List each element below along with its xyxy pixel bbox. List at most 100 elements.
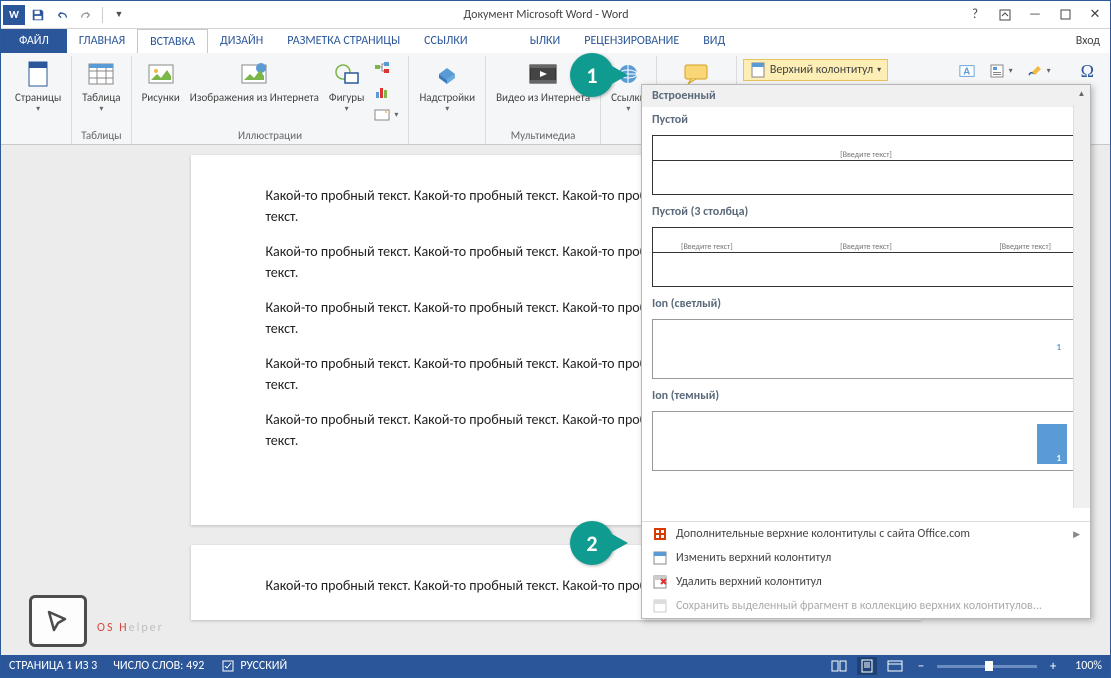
pictures-button[interactable]: Рисунки [138, 56, 184, 127]
placeholder-text: [Введите текст] [681, 242, 733, 252]
more-headers-office-item[interactable]: Дополнительные верхние колонтитулы с сай… [642, 522, 1090, 546]
zoom-in-button[interactable]: + [1045, 658, 1061, 674]
group-pages: Страницы ▾ [5, 56, 72, 144]
addins-icon [431, 58, 463, 90]
gallery-menu: Дополнительные верхние колонтитулы с сай… [642, 521, 1090, 618]
tab-view[interactable]: ВИД [691, 29, 737, 53]
page-number: 1 [1056, 453, 1061, 464]
pictures-icon [145, 58, 177, 90]
watermark-text: OS Helper [97, 603, 164, 640]
video-icon [527, 58, 559, 90]
signature-icon [1027, 63, 1043, 79]
shapes-icon [331, 58, 363, 90]
group-illustrations: Рисунки Изображения из Интернета Фигуры … [132, 56, 410, 144]
maximize-button[interactable] [1050, 4, 1080, 26]
group-tables: Таблица ▾ Таблицы [72, 56, 131, 144]
zoom-slider[interactable] [937, 665, 1037, 668]
page-number: 1 [1056, 342, 1061, 353]
minimize-button[interactable]: — [1020, 4, 1050, 26]
table-button[interactable]: Таблица ▾ [78, 56, 124, 127]
cursor-icon [29, 595, 87, 647]
textbox-button[interactable]: A [955, 60, 979, 82]
tab-mailings[interactable]: ЫЛКИ [480, 29, 573, 53]
header-dropdown-button[interactable]: Верхний колонтитул ▾ [743, 59, 888, 81]
print-layout-icon[interactable] [857, 657, 877, 675]
delete-header-icon [652, 574, 668, 590]
separator [102, 7, 103, 23]
undo-icon[interactable] [51, 4, 73, 26]
slider-thumb[interactable] [985, 661, 993, 671]
save-icon[interactable] [27, 4, 49, 26]
placeholder-text: [Введите текст] [840, 150, 892, 160]
zoom-level[interactable]: 100% [1075, 659, 1102, 673]
gallery-item-ion-light[interactable]: 1 [652, 319, 1080, 379]
status-page[interactable]: СТРАНИЦА 1 ИЗ 3 [9, 659, 97, 673]
shapes-button[interactable]: Фигуры ▾ [325, 56, 369, 127]
scroll-up-icon[interactable]: ▲ [1073, 85, 1090, 102]
header-gallery-dropdown: ▲ Встроенный Пустой [Введите текст] Пуст… [641, 84, 1091, 619]
redo-icon[interactable] [75, 4, 97, 26]
office-icon [652, 526, 668, 542]
word-logo-icon: W [3, 5, 25, 25]
tab-design[interactable]: ДИЗАЙН [208, 29, 275, 53]
help-button[interactable]: ? [960, 4, 990, 26]
tab-review[interactable]: РЕЦЕНЗИРОВАНИЕ [572, 29, 691, 53]
status-language[interactable]: РУССКИЙ [240, 659, 287, 673]
pages-button[interactable]: Страницы ▾ [11, 56, 65, 140]
quick-access-toolbar: W ▼ [1, 4, 132, 26]
tab-home[interactable]: ГЛАВНАЯ [67, 29, 137, 53]
gallery-item-label: Ion (темный) [642, 383, 1090, 407]
illustrations-small: ▾ [370, 56, 402, 127]
tab-insert[interactable]: ВСТАВКА [137, 29, 208, 53]
quickparts-icon [989, 63, 1005, 79]
ribbon-display-button[interactable] [990, 4, 1020, 26]
screenshot-button[interactable]: ▾ [370, 104, 402, 126]
zoom-out-button[interactable]: − [913, 658, 929, 674]
header-icon [750, 62, 766, 78]
smartart-button[interactable] [370, 58, 402, 80]
edit-header-icon [652, 550, 668, 566]
placeholder-text: [Введите текст] [999, 242, 1051, 252]
close-button[interactable]: ✕ [1080, 4, 1110, 26]
gallery-item-label: Пустой [642, 107, 1090, 131]
read-mode-icon[interactable] [829, 657, 849, 675]
gallery-item-empty[interactable]: [Введите текст] [652, 135, 1080, 195]
symbol-button[interactable]: Ω [1077, 60, 1098, 82]
textbox-icon: A [959, 63, 975, 79]
table-icon [85, 58, 117, 90]
addins-button[interactable]: Надстройки ▾ [415, 56, 479, 140]
smartart-icon [374, 61, 390, 77]
tab-references[interactable]: ССЫЛКИ [412, 29, 479, 53]
window-title: Документ Microsoft Word - Word [132, 8, 960, 22]
delete-header-item[interactable]: Удалить верхний колонтитул [642, 570, 1090, 594]
screenshot-icon [374, 107, 390, 123]
callout-1: 1 [570, 53, 614, 97]
sign-in-link[interactable]: Вход [1066, 29, 1110, 53]
signature-button[interactable]: ▾ [1023, 60, 1055, 82]
online-pictures-button[interactable]: Изображения из Интернета [186, 56, 323, 127]
tab-layout[interactable]: РАЗМЕТКА СТРАНИЦЫ [275, 29, 412, 53]
chart-button[interactable] [370, 81, 402, 103]
tab-file[interactable]: ФАЙЛ [1, 29, 67, 53]
status-word-count[interactable]: ЧИСЛО СЛОВ: 492 [113, 659, 204, 673]
omega-icon: Ω [1081, 61, 1094, 82]
title-bar: W ▼ Документ Microsoft Word - Word ? — ✕ [1, 1, 1110, 29]
online-pictures-icon [238, 58, 270, 90]
gallery-item-ion-dark[interactable]: 1 [652, 411, 1080, 471]
spellcheck-icon[interactable] [220, 657, 240, 675]
quickparts-button[interactable]: ▾ [985, 60, 1017, 82]
status-bar: СТРАНИЦА 1 ИЗ 3 ЧИСЛО СЛОВ: 492 РУССКИЙ … [1, 655, 1110, 677]
group-addins: Надстройки ▾ [409, 56, 486, 144]
window-controls: ? — ✕ [960, 4, 1110, 26]
edit-header-item[interactable]: Изменить верхний колонтитул [642, 546, 1090, 570]
gallery-item-empty3[interactable]: [Введите текст] [Введите текст] [Введите… [652, 227, 1080, 287]
qa-customize-icon[interactable]: ▼ [108, 4, 130, 26]
web-layout-icon[interactable] [885, 657, 905, 675]
gallery-item-label: Ion (светлый) [642, 291, 1090, 315]
chevron-right-icon: ▶ [1073, 529, 1080, 540]
chart-icon [374, 84, 390, 100]
svg-text:A: A [963, 65, 970, 78]
gallery-section-builtin: Встроенный [642, 85, 1090, 107]
scrollbar[interactable] [1073, 105, 1090, 508]
placeholder-text: [Введите текст] [840, 242, 892, 252]
